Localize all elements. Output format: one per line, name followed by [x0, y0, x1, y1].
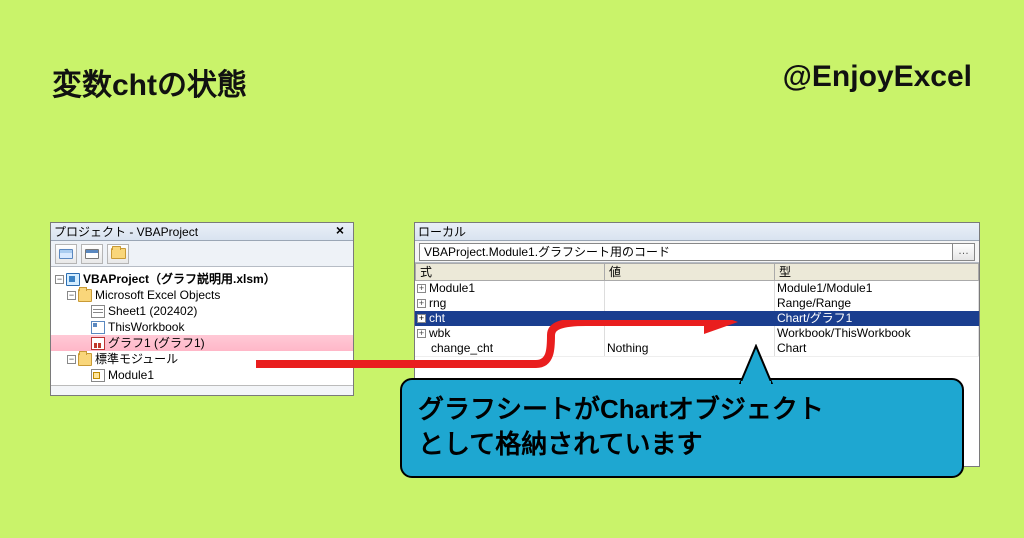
- cell-value: [605, 296, 775, 311]
- cell-expr: Module1: [429, 281, 475, 296]
- cell-type: Chart: [775, 341, 979, 356]
- tree-label: グラフ1 (グラフ1): [108, 335, 205, 351]
- expand-icon[interactable]: +: [417, 314, 426, 323]
- tree-node-excel-objects[interactable]: − Microsoft Excel Objects: [51, 287, 353, 303]
- chart-icon: [91, 337, 105, 350]
- project-tree[interactable]: − VBAProject（グラフ説明用.xlsm） − Microsoft Ex…: [51, 267, 353, 385]
- view-code-button[interactable]: [55, 244, 77, 264]
- collapse-icon[interactable]: −: [55, 275, 64, 284]
- window-resize-grip[interactable]: [51, 385, 353, 395]
- cell-value: [605, 311, 775, 326]
- tree-label: ThisWorkbook: [108, 319, 184, 335]
- collapse-icon[interactable]: −: [67, 355, 76, 364]
- toggle-folders-button[interactable]: [107, 244, 129, 264]
- annotation-bubble: グラフシートがChartオブジェクト として格納されています: [400, 378, 964, 478]
- column-header-expr[interactable]: 式: [415, 263, 605, 281]
- collapse-icon[interactable]: −: [67, 291, 76, 300]
- cell-expr: change_cht: [431, 341, 493, 356]
- code-icon: [59, 249, 73, 259]
- page-title-left: 変数chtの状態: [52, 60, 247, 104]
- tree-node-thisworkbook[interactable]: ThisWorkbook: [51, 319, 353, 335]
- expand-icon[interactable]: +: [417, 284, 426, 293]
- cell-value: [605, 326, 775, 341]
- locals-row-selected[interactable]: +cht Chart/グラフ1: [415, 311, 979, 326]
- project-explorer-titlebar[interactable]: プロジェクト - VBAProject ×: [51, 223, 353, 241]
- cell-type: Module1/Module1: [775, 281, 979, 296]
- vbaproject-icon: [66, 273, 80, 286]
- cell-value: [605, 281, 775, 296]
- locals-context-dropdown[interactable]: …: [953, 243, 975, 261]
- folder-icon: [78, 353, 92, 366]
- cell-type: Workbook/ThisWorkbook: [775, 326, 979, 341]
- expand-icon[interactable]: +: [417, 299, 426, 308]
- locals-row[interactable]: +wbk Workbook/ThisWorkbook: [415, 326, 979, 341]
- cell-expr: rng: [429, 296, 446, 311]
- project-explorer-toolbar: [51, 241, 353, 267]
- object-icon: [85, 249, 99, 259]
- close-icon[interactable]: ×: [330, 224, 350, 239]
- locals-row[interactable]: +Module1 Module1/Module1: [415, 281, 979, 296]
- cell-type: Range/Range: [775, 296, 979, 311]
- annotation-line2: として格納されています: [418, 427, 946, 462]
- locals-row[interactable]: +rng Range/Range: [415, 296, 979, 311]
- column-header-value[interactable]: 値: [605, 263, 775, 281]
- project-explorer-window: プロジェクト - VBAProject × − VBAProject（グラフ説明…: [50, 222, 354, 396]
- locals-titlebar[interactable]: ローカル: [415, 223, 979, 241]
- folder-icon: [78, 289, 92, 302]
- cell-type: Chart/グラフ1: [775, 311, 979, 326]
- locals-grid-header: 式 値 型: [415, 263, 979, 281]
- locals-grid-body[interactable]: +Module1 Module1/Module1 +rng Range/Rang…: [415, 281, 979, 356]
- locals-row[interactable]: change_cht Nothing Chart: [415, 341, 979, 356]
- worksheet-icon: [91, 305, 105, 318]
- tree-label: Microsoft Excel Objects: [95, 287, 220, 303]
- tree-label: 標準モジュール: [95, 351, 178, 367]
- locals-title-text: ローカル: [418, 223, 466, 240]
- page-title-right: @EnjoyExcel: [783, 60, 972, 94]
- expand-icon[interactable]: +: [417, 329, 426, 338]
- module-icon: [91, 369, 105, 382]
- annotation-line1: グラフシートがChartオブジェクト: [418, 392, 946, 427]
- tree-label: Sheet1 (202402): [108, 303, 197, 319]
- workbook-icon: [91, 321, 105, 334]
- tree-node-project[interactable]: − VBAProject（グラフ説明用.xlsm）: [51, 271, 353, 287]
- view-object-button[interactable]: [81, 244, 103, 264]
- folder-icon: [111, 248, 126, 259]
- tree-node-module1[interactable]: Module1: [51, 367, 353, 383]
- cell-expr: cht: [429, 311, 445, 326]
- bubble-tail-icon: [732, 344, 780, 384]
- cell-expr: wbk: [429, 326, 450, 341]
- project-explorer-title: プロジェクト - VBAProject: [54, 223, 198, 240]
- locals-context-bar: VBAProject.Module1.グラフシート用のコード …: [415, 241, 979, 263]
- tree-label: Module1: [108, 367, 154, 383]
- tree-node-std-modules[interactable]: − 標準モジュール: [51, 351, 353, 367]
- tree-node-chart1[interactable]: グラフ1 (グラフ1): [51, 335, 353, 351]
- column-header-type[interactable]: 型: [775, 263, 979, 281]
- tree-node-sheet1[interactable]: Sheet1 (202402): [51, 303, 353, 319]
- locals-context-field[interactable]: VBAProject.Module1.グラフシート用のコード: [419, 243, 953, 261]
- tree-label: VBAProject（グラフ説明用.xlsm）: [83, 271, 276, 287]
